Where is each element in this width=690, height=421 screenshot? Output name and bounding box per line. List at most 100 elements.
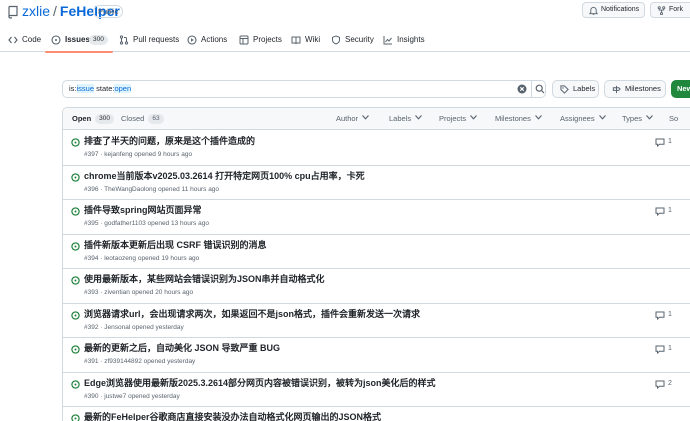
issue-title-link[interactable]: 使用最新版本，某些网站会错误识别为JSON串并自动格式化: [84, 273, 325, 285]
clear-search-icon[interactable]: [517, 84, 527, 94]
repo-icon: [8, 5, 18, 19]
issue-meta: #390 · justwe7 opened yesterday: [84, 392, 180, 400]
tab-security-label: Security: [345, 35, 374, 44]
play-circle-icon: [187, 35, 197, 45]
search-term-value: issue: [76, 84, 95, 93]
filter-dropdown[interactable]: Types: [622, 108, 653, 130]
filter-label: Types: [622, 114, 643, 123]
issue-open-icon: [71, 310, 80, 320]
issue-row[interactable]: 最新的更新之后，自动美化 JSON 导致严重 BUG #391 · zf93914…: [63, 338, 690, 373]
filter-dropdown[interactable]: Milestones: [495, 108, 542, 130]
filter-label: Labels: [389, 114, 412, 123]
notifications-button[interactable]: Notifications: [582, 2, 645, 18]
repo-nav: Code Issues 300 Pull requests Actions Pr…: [0, 28, 690, 53]
closed-count-badge: 63: [148, 114, 164, 124]
issue-open-icon: [71, 276, 80, 285]
repo-owner-link[interactable]: zxlie: [22, 3, 50, 19]
issue-row[interactable]: 使用最新版本，某些网站会错误识别为JSON串并自动格式化 #393 · ziven…: [63, 269, 690, 304]
filter-label: Assignees: [560, 114, 595, 123]
issue-open-icon: [71, 241, 80, 251]
comment-count: 1: [668, 345, 672, 352]
tab-issues-label: Issues: [65, 35, 90, 44]
open-count-badge: 300: [95, 114, 115, 124]
open-tab-label: Open: [72, 114, 92, 123]
issue-title-link[interactable]: Edge浏览器使用最新版2025.3.2614部分网页内容被错误识别，被转为js…: [84, 377, 436, 389]
comment-count: 1: [668, 207, 672, 214]
issue-opened-icon: [51, 35, 61, 45]
comment-count: 2: [668, 379, 672, 387]
repo-header: zxlie / FeHelper Public Notifications Fork: [0, 0, 690, 28]
comment-icon: [655, 380, 665, 389]
comment-icon: [655, 345, 665, 354]
issues-count-badge: 300: [89, 35, 108, 45]
issue-row[interactable]: Edge浏览器使用最新版2025.3.2614部分网页内容被错误识别，被转为js…: [63, 373, 690, 407]
tab-insights-label: Insights: [397, 35, 425, 44]
labels-button-label: Labels: [573, 84, 596, 93]
issue-open-icon: [71, 414, 80, 421]
issues-list-header: Open 300 Closed 63 Author Labels Projects Mil…: [63, 108, 690, 130]
issue-title-link[interactable]: 最新的FeHelper谷歌商店直接安装没办法自动格式化网页输出的JSON格式: [84, 411, 381, 421]
issue-row[interactable]: 浏览器请求url，会出现请求两次，如果返回不是json格式，插件会重新发送一次请…: [63, 304, 690, 338]
milestone-icon: [612, 85, 621, 94]
filter-dropdown[interactable]: Projects: [439, 108, 478, 130]
issues-search-input[interactable]: is:issue state:open: [62, 80, 546, 98]
filter-dropdown[interactable]: Author: [336, 108, 370, 130]
tag-icon: [560, 85, 569, 94]
search-divider: [531, 81, 532, 97]
fork-button[interactable]: Fork: [650, 2, 690, 18]
issue-row[interactable]: chrome当前版本v2025.03.2614 打开特定网页100% cpu占用…: [63, 166, 690, 200]
issue-title-link[interactable]: 插件新版本更新后出现 CSRF 错误识别的消息: [84, 239, 267, 251]
comment-count: 1: [668, 310, 672, 318]
filter-label: Projects: [439, 114, 467, 123]
issue-meta: #391 · zf939144892 opened yesterday: [84, 358, 196, 365]
filter-dropdown[interactable]: Assignees: [560, 108, 606, 130]
chevron-down-icon: [598, 115, 606, 120]
breadcrumb-separator: /: [53, 3, 57, 19]
issue-title-link[interactable]: 排查了半天的问题，原来是这个插件造成的: [84, 135, 255, 147]
graph-icon: [383, 36, 392, 45]
tab-issues[interactable]: Issues 300: [45, 31, 113, 53]
open-issues-tab[interactable]: Open 300: [72, 108, 115, 130]
filter-label: Author: [336, 114, 359, 123]
book-icon: [291, 36, 301, 45]
issue-meta: #397 · kejanfeng opened 9 hours ago: [84, 151, 193, 158]
issue-title-link[interactable]: 最新的更新之后，自动美化 JSON 导致严重 BUG: [84, 342, 280, 354]
chevron-down-icon: [646, 115, 653, 120]
issue-row[interactable]: 插件导致spring网站页面异常 #395 · godfather1103 ope…: [63, 200, 690, 235]
milestones-button-label: Milestones: [625, 84, 661, 93]
issue-row[interactable]: 最新的FeHelper谷歌商店直接安装没办法自动格式化网页输出的JSON格式#3…: [63, 407, 690, 421]
issue-row[interactable]: 排查了半天的问题，原来是这个插件造成的 #397 · kejanfeng open…: [63, 131, 690, 166]
closed-issues-tab[interactable]: Closed 63: [121, 108, 164, 130]
bell-icon: [589, 6, 598, 15]
new-issue-button[interactable]: New: [671, 80, 690, 98]
comment-count: 1: [668, 138, 672, 145]
issue-row[interactable]: 插件新版本更新后出现 CSRF 错误识别的消息 #394 · leotaozeng…: [63, 235, 690, 269]
table-icon: [239, 35, 249, 45]
search-icon[interactable]: [535, 84, 545, 94]
filter-dropdown[interactable]: So: [669, 108, 678, 130]
labels-button[interactable]: Labels: [552, 80, 599, 98]
comment-icon: [655, 138, 665, 147]
search-query: is:issue state:open: [69, 81, 132, 97]
milestones-button[interactable]: Milestones: [604, 80, 666, 98]
code-icon: [8, 36, 18, 44]
chevron-down-icon: [470, 115, 478, 120]
issue-open-icon: [71, 207, 80, 216]
issue-meta: #394 · leotaozeng opened 19 hours ago: [84, 254, 200, 262]
pull-request-icon: [119, 35, 129, 45]
notifications-label: Notifications: [601, 6, 640, 13]
closed-tab-label: Closed: [121, 114, 145, 123]
issue-meta: #393 · ziventian opened 20 hours ago: [84, 289, 194, 296]
issue-meta: #392 · Jensonal opened yesterday: [84, 323, 184, 331]
issue-title-link[interactable]: chrome当前版本v2025.03.2614 打开特定网页100% cpu占用…: [84, 170, 365, 182]
issue-open-icon: [71, 172, 80, 182]
filter-dropdown[interactable]: Labels: [389, 108, 423, 130]
chevron-down-icon: [534, 115, 542, 120]
issue-open-icon: [71, 138, 80, 147]
issue-title-link[interactable]: 浏览器请求url，会出现请求两次，如果返回不是json格式，插件会重新发送一次请…: [84, 308, 420, 320]
filter-label: So: [669, 114, 679, 123]
issue-title-link[interactable]: 插件导致spring网站页面异常: [84, 204, 202, 216]
fork-label: Fork: [669, 6, 683, 13]
visibility-badge: Public: [93, 5, 124, 18]
search-term-key: state:: [96, 84, 115, 93]
